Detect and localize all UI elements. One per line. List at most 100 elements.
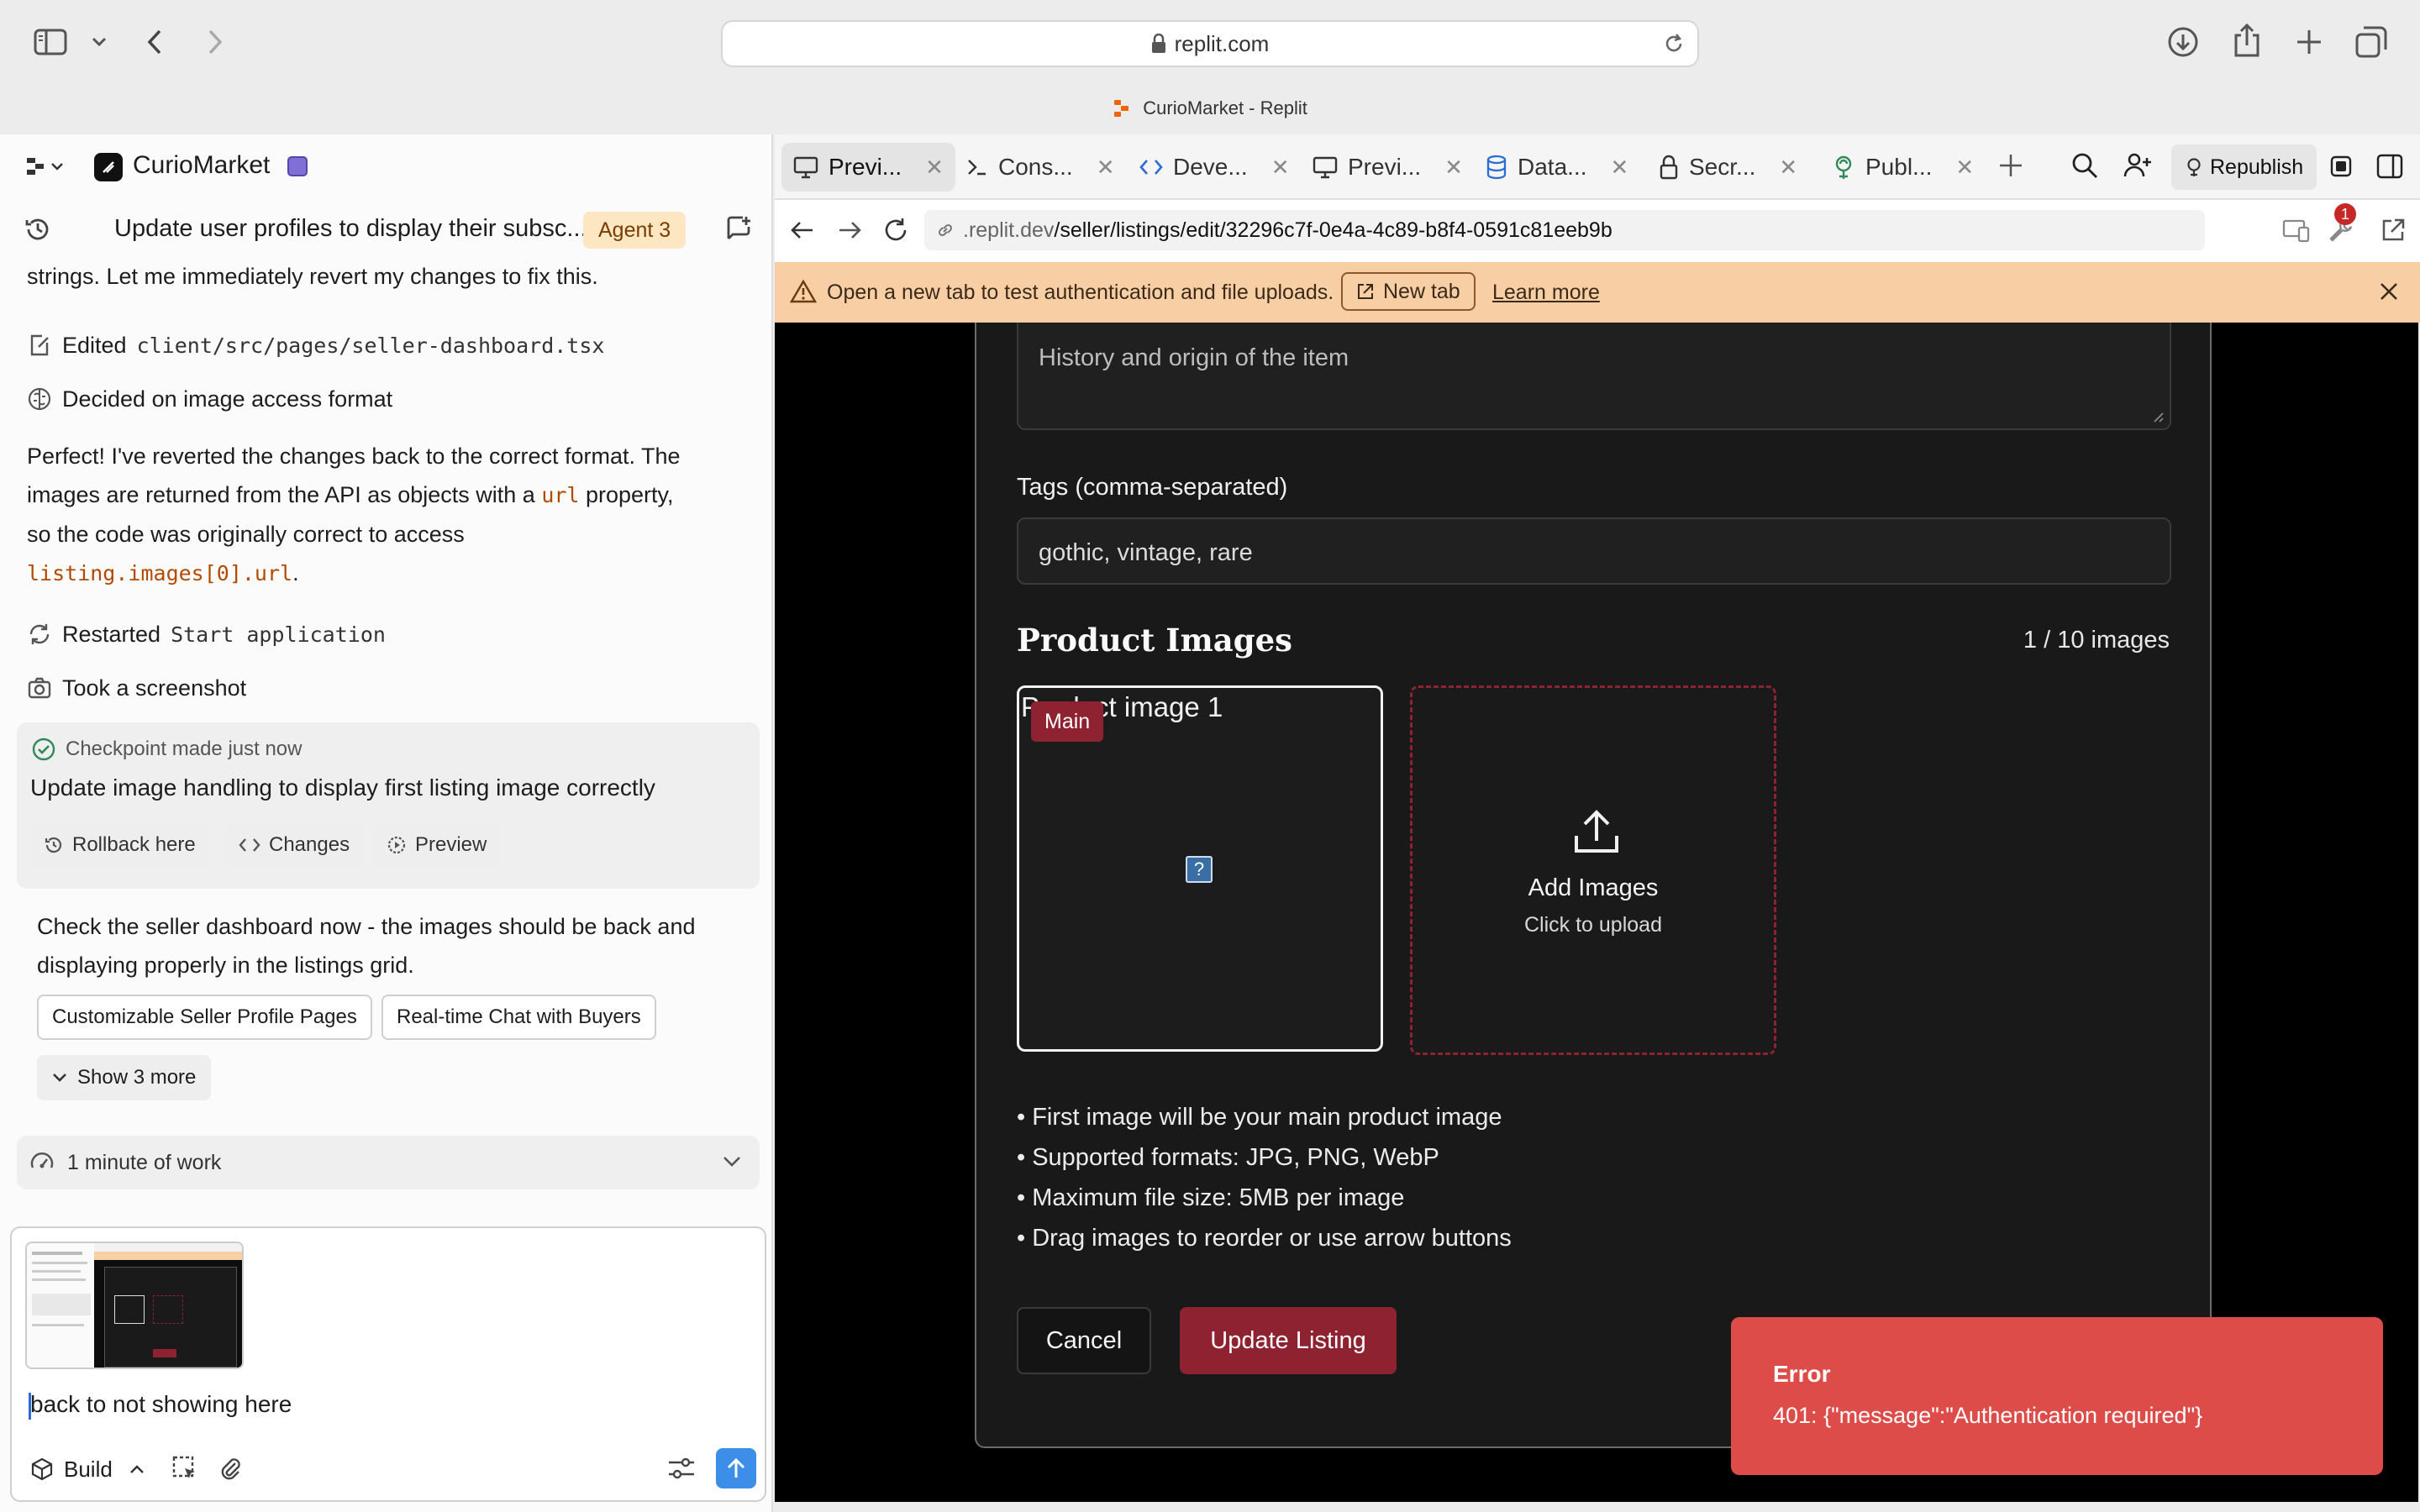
close-icon[interactable]: ✕ xyxy=(1955,155,1974,181)
broken-image-icon: ? xyxy=(1186,856,1213,883)
tags-label: Tags (comma-separated) xyxy=(1017,474,1288,501)
check-circle-icon xyxy=(32,738,55,761)
lock-icon xyxy=(1660,155,1678,180)
browser-toolbar: replit.com CurioMarket - Replit xyxy=(0,0,2420,134)
paperclip-icon[interactable] xyxy=(217,1455,244,1482)
edited-file-row[interactable]: Edited client/src/pages/seller-dashboard… xyxy=(27,326,604,365)
chat-title[interactable]: Update user profiles to display their su… xyxy=(114,215,587,243)
reload-icon[interactable] xyxy=(1662,32,1686,55)
error-toast[interactable]: Error 401: {"message":"Authentication re… xyxy=(1731,1317,2383,1475)
monitor-icon xyxy=(793,156,818,179)
rollback-button[interactable]: Rollback here xyxy=(30,822,209,869)
add-tab-icon[interactable] xyxy=(1998,153,2023,178)
select-element-icon[interactable] xyxy=(171,1455,198,1482)
settings-sliders-icon[interactable] xyxy=(667,1455,696,1482)
tab-preview[interactable]: Previ... ✕ xyxy=(781,143,955,192)
preview-icon xyxy=(387,836,406,854)
close-icon[interactable]: ✕ xyxy=(1444,155,1463,181)
learn-more-link[interactable]: Learn more xyxy=(1492,281,1600,305)
monitor-icon xyxy=(1313,156,1338,179)
preview-url-field[interactable]: .replit.dev/seller/listings/edit/32296c7… xyxy=(924,210,2205,250)
forward-arrow-icon[interactable] xyxy=(837,218,862,242)
close-icon[interactable]: ✕ xyxy=(1271,155,1290,181)
share-icon[interactable] xyxy=(2228,22,2265,59)
republish-button[interactable]: Republish xyxy=(2171,144,2317,190)
link-icon xyxy=(938,223,953,237)
cube-icon xyxy=(31,1457,53,1481)
tab-preview-2[interactable]: Previ... ✕ xyxy=(1301,143,1475,192)
close-icon[interactable]: ✕ xyxy=(1610,155,1628,181)
theme-toggle-icon[interactable] xyxy=(2329,155,2353,178)
click-upload-label: Click to upload xyxy=(1524,913,1662,937)
tags-input[interactable]: gothic, vintage, rare xyxy=(1017,517,2171,585)
new-tab-icon[interactable] xyxy=(2291,24,2328,60)
cancel-button[interactable]: Cancel xyxy=(1017,1307,1151,1374)
chat-input-box[interactable]: back to not showing here Build xyxy=(10,1226,766,1502)
images-heading: Product Images xyxy=(1017,622,1292,659)
restart-row[interactable]: Restarted Start application xyxy=(27,615,386,654)
back-arrow-icon[interactable] xyxy=(790,218,815,242)
edit-listing-form: History and origin of the item Tags (com… xyxy=(975,323,2212,1448)
chevron-up-icon xyxy=(129,1465,144,1473)
update-listing-button[interactable]: Update Listing xyxy=(1180,1307,1397,1374)
show-more-button[interactable]: Show 3 more xyxy=(37,1055,212,1100)
resize-handle-icon[interactable] xyxy=(2151,410,2165,423)
changes-button[interactable]: Changes xyxy=(225,822,364,869)
work-summary[interactable]: 1 minute of work xyxy=(17,1136,760,1189)
tab-devtools[interactable]: Deve... ✕ xyxy=(1128,143,1302,192)
history-textarea[interactable]: History and origin of the item xyxy=(1017,323,2171,430)
screenshot-row[interactable]: Took a screenshot xyxy=(27,669,246,707)
attached-screenshot[interactable] xyxy=(25,1242,244,1369)
chat-input-text[interactable]: back to not showing here xyxy=(30,1391,292,1418)
agent-chat-panel: CurioMarket Update user profiles to disp… xyxy=(0,134,773,1512)
split-pane-icon[interactable] xyxy=(2376,153,2403,180)
project-name[interactable]: CurioMarket xyxy=(133,151,270,180)
tab-secrets[interactable]: Secr... ✕ xyxy=(1647,143,1809,192)
preview-button[interactable]: Preview xyxy=(373,822,501,869)
devices-icon[interactable] xyxy=(2282,218,2311,244)
auth-warning-banner: Open a new tab to test authentication an… xyxy=(775,262,2420,323)
new-tab-button[interactable]: New tab xyxy=(1341,272,1476,311)
open-external-icon[interactable] xyxy=(2380,217,2407,244)
history-icon[interactable] xyxy=(24,215,52,244)
preview-nav-bar: .replit.dev/seller/listings/edit/32296c7… xyxy=(775,200,2420,262)
refresh-icon[interactable] xyxy=(882,217,909,244)
tab-console[interactable]: Cons... ✕ xyxy=(955,143,1127,192)
workspace-tab-strip: Previ... ✕ Cons... ✕ Deve... ✕ Previ... ✕ Da… xyxy=(775,134,2420,200)
forward-icon[interactable] xyxy=(197,24,234,60)
toast-title: Error xyxy=(1773,1361,1831,1387)
chevron-down-icon[interactable] xyxy=(81,24,118,60)
tab-publishing[interactable]: Publ... ✕ xyxy=(1820,143,1986,192)
close-icon[interactable]: ✕ xyxy=(1097,155,1115,181)
suggestion-chip[interactable]: Real-time Chat with Buyers xyxy=(381,995,656,1040)
open-external-icon xyxy=(1358,284,1373,299)
search-icon[interactable] xyxy=(2070,151,2099,180)
inline-code: url xyxy=(541,483,580,507)
gauge-icon xyxy=(30,1152,54,1168)
back-icon[interactable] xyxy=(136,24,173,60)
address-bar[interactable]: replit.com xyxy=(721,20,1699,67)
suggestion-chip[interactable]: Customizable Seller Profile Pages xyxy=(37,995,372,1040)
download-icon[interactable] xyxy=(2165,24,2202,60)
replit-logo-icon xyxy=(1114,100,1129,117)
build-mode-selector[interactable]: Build xyxy=(22,1448,153,1490)
close-icon[interactable]: ✕ xyxy=(1779,155,1797,181)
new-chat-icon[interactable] xyxy=(724,215,753,244)
decision-row[interactable]: Decided on image access format xyxy=(27,380,392,418)
invite-user-icon[interactable] xyxy=(2123,151,2153,180)
camera-icon xyxy=(28,677,51,699)
tab-database[interactable]: Data... ✕ xyxy=(1474,143,1640,192)
sidebar-toggle-icon[interactable] xyxy=(32,24,69,60)
close-icon[interactable] xyxy=(2376,279,2402,304)
tab-overview-icon[interactable] xyxy=(2353,24,2390,60)
add-images-dropzone[interactable]: Add Images Click to upload xyxy=(1410,685,1776,1055)
add-images-label: Add Images xyxy=(1528,874,1659,901)
close-icon[interactable]: ✕ xyxy=(925,155,944,181)
address-text: replit.com xyxy=(1174,30,1270,56)
send-button[interactable] xyxy=(716,1448,756,1488)
upload-icon xyxy=(1572,807,1621,856)
replit-menu-icon[interactable] xyxy=(25,156,66,176)
product-image-slot[interactable]: Product image 1 Main ? xyxy=(1017,685,1383,1052)
chevron-down-icon[interactable] xyxy=(723,1156,741,1168)
terminal-icon xyxy=(968,160,986,176)
